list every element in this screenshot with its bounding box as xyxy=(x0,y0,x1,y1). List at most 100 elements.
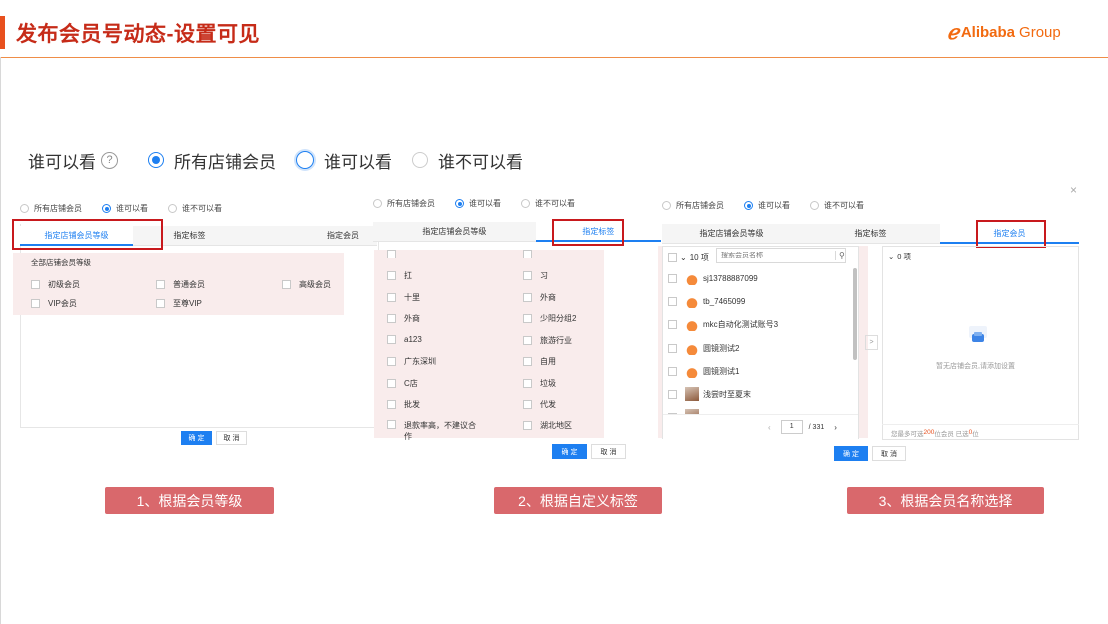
checkbox-icon[interactable] xyxy=(668,297,677,306)
member-row[interactable]: tb_7465099 xyxy=(668,295,745,308)
chevron-down-icon[interactable]: ⌄ xyxy=(888,252,894,261)
checkbox-icon[interactable] xyxy=(668,367,677,376)
chevron-down-icon[interactable]: ⌄ xyxy=(680,253,687,262)
tag-checkbox[interactable]: C店 xyxy=(387,378,418,389)
checkbox-icon[interactable] xyxy=(523,400,532,409)
panel1-cancel-button[interactable]: 取 消 xyxy=(216,431,247,445)
checkbox-icon[interactable] xyxy=(387,379,396,388)
member-row[interactable]: mkc自动化测试账号3 xyxy=(668,318,778,331)
panel2-confirm-button[interactable]: 确 定 xyxy=(552,444,587,459)
checkbox-icon[interactable] xyxy=(523,250,532,258)
level-checkbox-junior[interactable]: 初级会员 xyxy=(31,279,80,290)
radio-unchecked-icon[interactable] xyxy=(521,199,530,208)
checkbox-icon[interactable] xyxy=(668,389,677,399)
panel3-cancel-button[interactable]: 取 消 xyxy=(872,446,906,461)
tag-checkbox[interactable]: 批发 xyxy=(387,399,420,410)
panel2-radio-who-can[interactable]: 谁可以看 xyxy=(455,198,501,209)
radio-checked-icon[interactable] xyxy=(744,201,753,210)
tab-members[interactable]: 指定会员 xyxy=(246,226,377,246)
checkbox-icon[interactable] xyxy=(387,314,396,323)
tag-checkbox[interactable]: 代发 xyxy=(523,399,556,410)
prev-page-icon[interactable]: ‹ xyxy=(768,423,771,432)
radio-unchecked-icon[interactable] xyxy=(810,201,819,210)
tag-checkbox[interactable]: 扛 xyxy=(387,270,412,281)
tab-member-level[interactable]: 指定店铺会员等级 xyxy=(662,224,801,244)
member-search-input[interactable] xyxy=(717,252,835,259)
scrollbar-thumb[interactable] xyxy=(853,268,857,360)
panel3-radio-all[interactable]: 所有店铺会员 xyxy=(662,200,724,211)
checkbox-icon[interactable] xyxy=(282,280,291,289)
member-row[interactable]: 圆镜测试1 xyxy=(668,365,739,378)
next-page-icon[interactable]: › xyxy=(834,423,837,432)
checkbox-icon[interactable] xyxy=(387,420,396,429)
radio-checked-icon[interactable] xyxy=(148,152,164,168)
checkbox-icon[interactable] xyxy=(668,274,677,283)
tag-checkbox[interactable]: 广东深圳 xyxy=(387,356,436,367)
radio-unchecked-icon[interactable] xyxy=(20,204,29,213)
tag-checkbox[interactable]: 旅游行业 xyxy=(523,335,572,346)
tag-checkbox[interactable]: 外商 xyxy=(387,313,420,324)
checkbox-icon[interactable] xyxy=(387,400,396,409)
level-checkbox-normal[interactable]: 普通会员 xyxy=(156,279,205,290)
help-icon[interactable]: ? xyxy=(101,151,118,169)
panel3-radio-who-can[interactable]: 谁可以看 xyxy=(744,200,790,211)
tag-checkbox[interactable]: 十里 xyxy=(387,292,420,303)
checkbox-icon[interactable] xyxy=(523,293,532,302)
level-checkbox-senior[interactable]: 高级会员 xyxy=(282,279,331,290)
radio-who-can-see[interactable]: 谁可以看 xyxy=(296,148,392,173)
radio-who-cannot-see[interactable]: 谁不可以看 xyxy=(412,148,523,173)
checkbox-icon[interactable] xyxy=(387,357,396,366)
level-checkbox-vip[interactable]: VIP会员 xyxy=(31,298,77,309)
checkbox-icon[interactable] xyxy=(668,320,677,329)
panel1-radio-all[interactable]: 所有店铺会员 xyxy=(20,203,82,214)
radio-checked-icon[interactable] xyxy=(455,199,464,208)
tag-checkbox[interactable]: 少阳分组2 xyxy=(523,313,576,324)
checkbox-icon[interactable] xyxy=(31,299,40,308)
panel2-radio-all[interactable]: 所有店铺会员 xyxy=(373,198,435,209)
member-row[interactable]: 圆镜测试2 xyxy=(668,342,739,355)
search-icon[interactable]: ⚲ xyxy=(835,251,845,260)
tab-member-level[interactable]: 指定店铺会员等级 xyxy=(373,222,536,242)
member-row[interactable]: sj13788887099 xyxy=(668,272,758,285)
checkbox-icon[interactable] xyxy=(156,299,165,308)
radio-unchecked-icon[interactable] xyxy=(662,201,671,210)
panel2-radio-who-cannot[interactable]: 谁不可以看 xyxy=(521,198,575,209)
transfer-right-arrow-button[interactable]: > xyxy=(865,335,878,350)
radio-focused-icon[interactable] xyxy=(296,151,314,169)
page-number-input[interactable]: 1 xyxy=(780,420,803,434)
checkbox-icon[interactable] xyxy=(523,271,532,280)
panel1-radio-who-cannot[interactable]: 谁不可以看 xyxy=(168,203,222,214)
checkbox-icon[interactable] xyxy=(523,421,532,430)
checkbox-icon[interactable] xyxy=(668,253,677,262)
checkbox-icon[interactable] xyxy=(387,335,396,344)
radio-unchecked-icon[interactable] xyxy=(168,204,177,213)
tag-checkbox[interactable]: a123 xyxy=(387,335,422,344)
target-header[interactable]: ⌄ 0 项 xyxy=(888,251,911,262)
source-select-all[interactable]: ⌄ 10 项 xyxy=(668,252,709,263)
radio-all-members[interactable]: 所有店铺会员 xyxy=(148,148,276,173)
tag-checkbox[interactable]: 垃圾 xyxy=(523,378,556,389)
tag-checkbox[interactable]: 湖北地区 xyxy=(523,420,572,431)
checkbox-icon[interactable] xyxy=(668,344,677,353)
tag-checkbox[interactable]: 习 xyxy=(523,270,548,281)
checkbox-icon[interactable] xyxy=(387,250,396,258)
panel3-confirm-button[interactable]: 确 定 xyxy=(834,446,868,461)
checkbox-icon[interactable] xyxy=(31,280,40,289)
radio-unchecked-icon[interactable] xyxy=(373,199,382,208)
checkbox-icon[interactable] xyxy=(523,357,532,366)
radio-unchecked-icon[interactable] xyxy=(412,152,428,168)
member-row[interactable]: 浅尝时至夏末 xyxy=(668,387,751,401)
checkbox-icon[interactable] xyxy=(523,314,532,323)
checkbox-icon[interactable] xyxy=(523,379,532,388)
checkbox-icon[interactable] xyxy=(523,336,532,345)
panel3-radio-who-cannot[interactable]: 谁不可以看 xyxy=(810,200,864,211)
tag-checkbox[interactable]: 自用 xyxy=(523,356,556,367)
tag-checkbox[interactable]: 退款率高，不建议合作 xyxy=(387,420,476,442)
checkbox-icon[interactable] xyxy=(156,280,165,289)
tab-tags[interactable]: 指定标签 xyxy=(801,224,940,244)
level-checkbox-supreme-vip[interactable]: 至尊VIP xyxy=(156,298,202,309)
panel1-radio-who-can[interactable]: 谁可以看 xyxy=(102,203,148,214)
checkbox-icon[interactable] xyxy=(387,293,396,302)
tag-checkbox[interactable]: 外商 xyxy=(523,292,556,303)
panel2-cancel-button[interactable]: 取 消 xyxy=(591,444,626,459)
